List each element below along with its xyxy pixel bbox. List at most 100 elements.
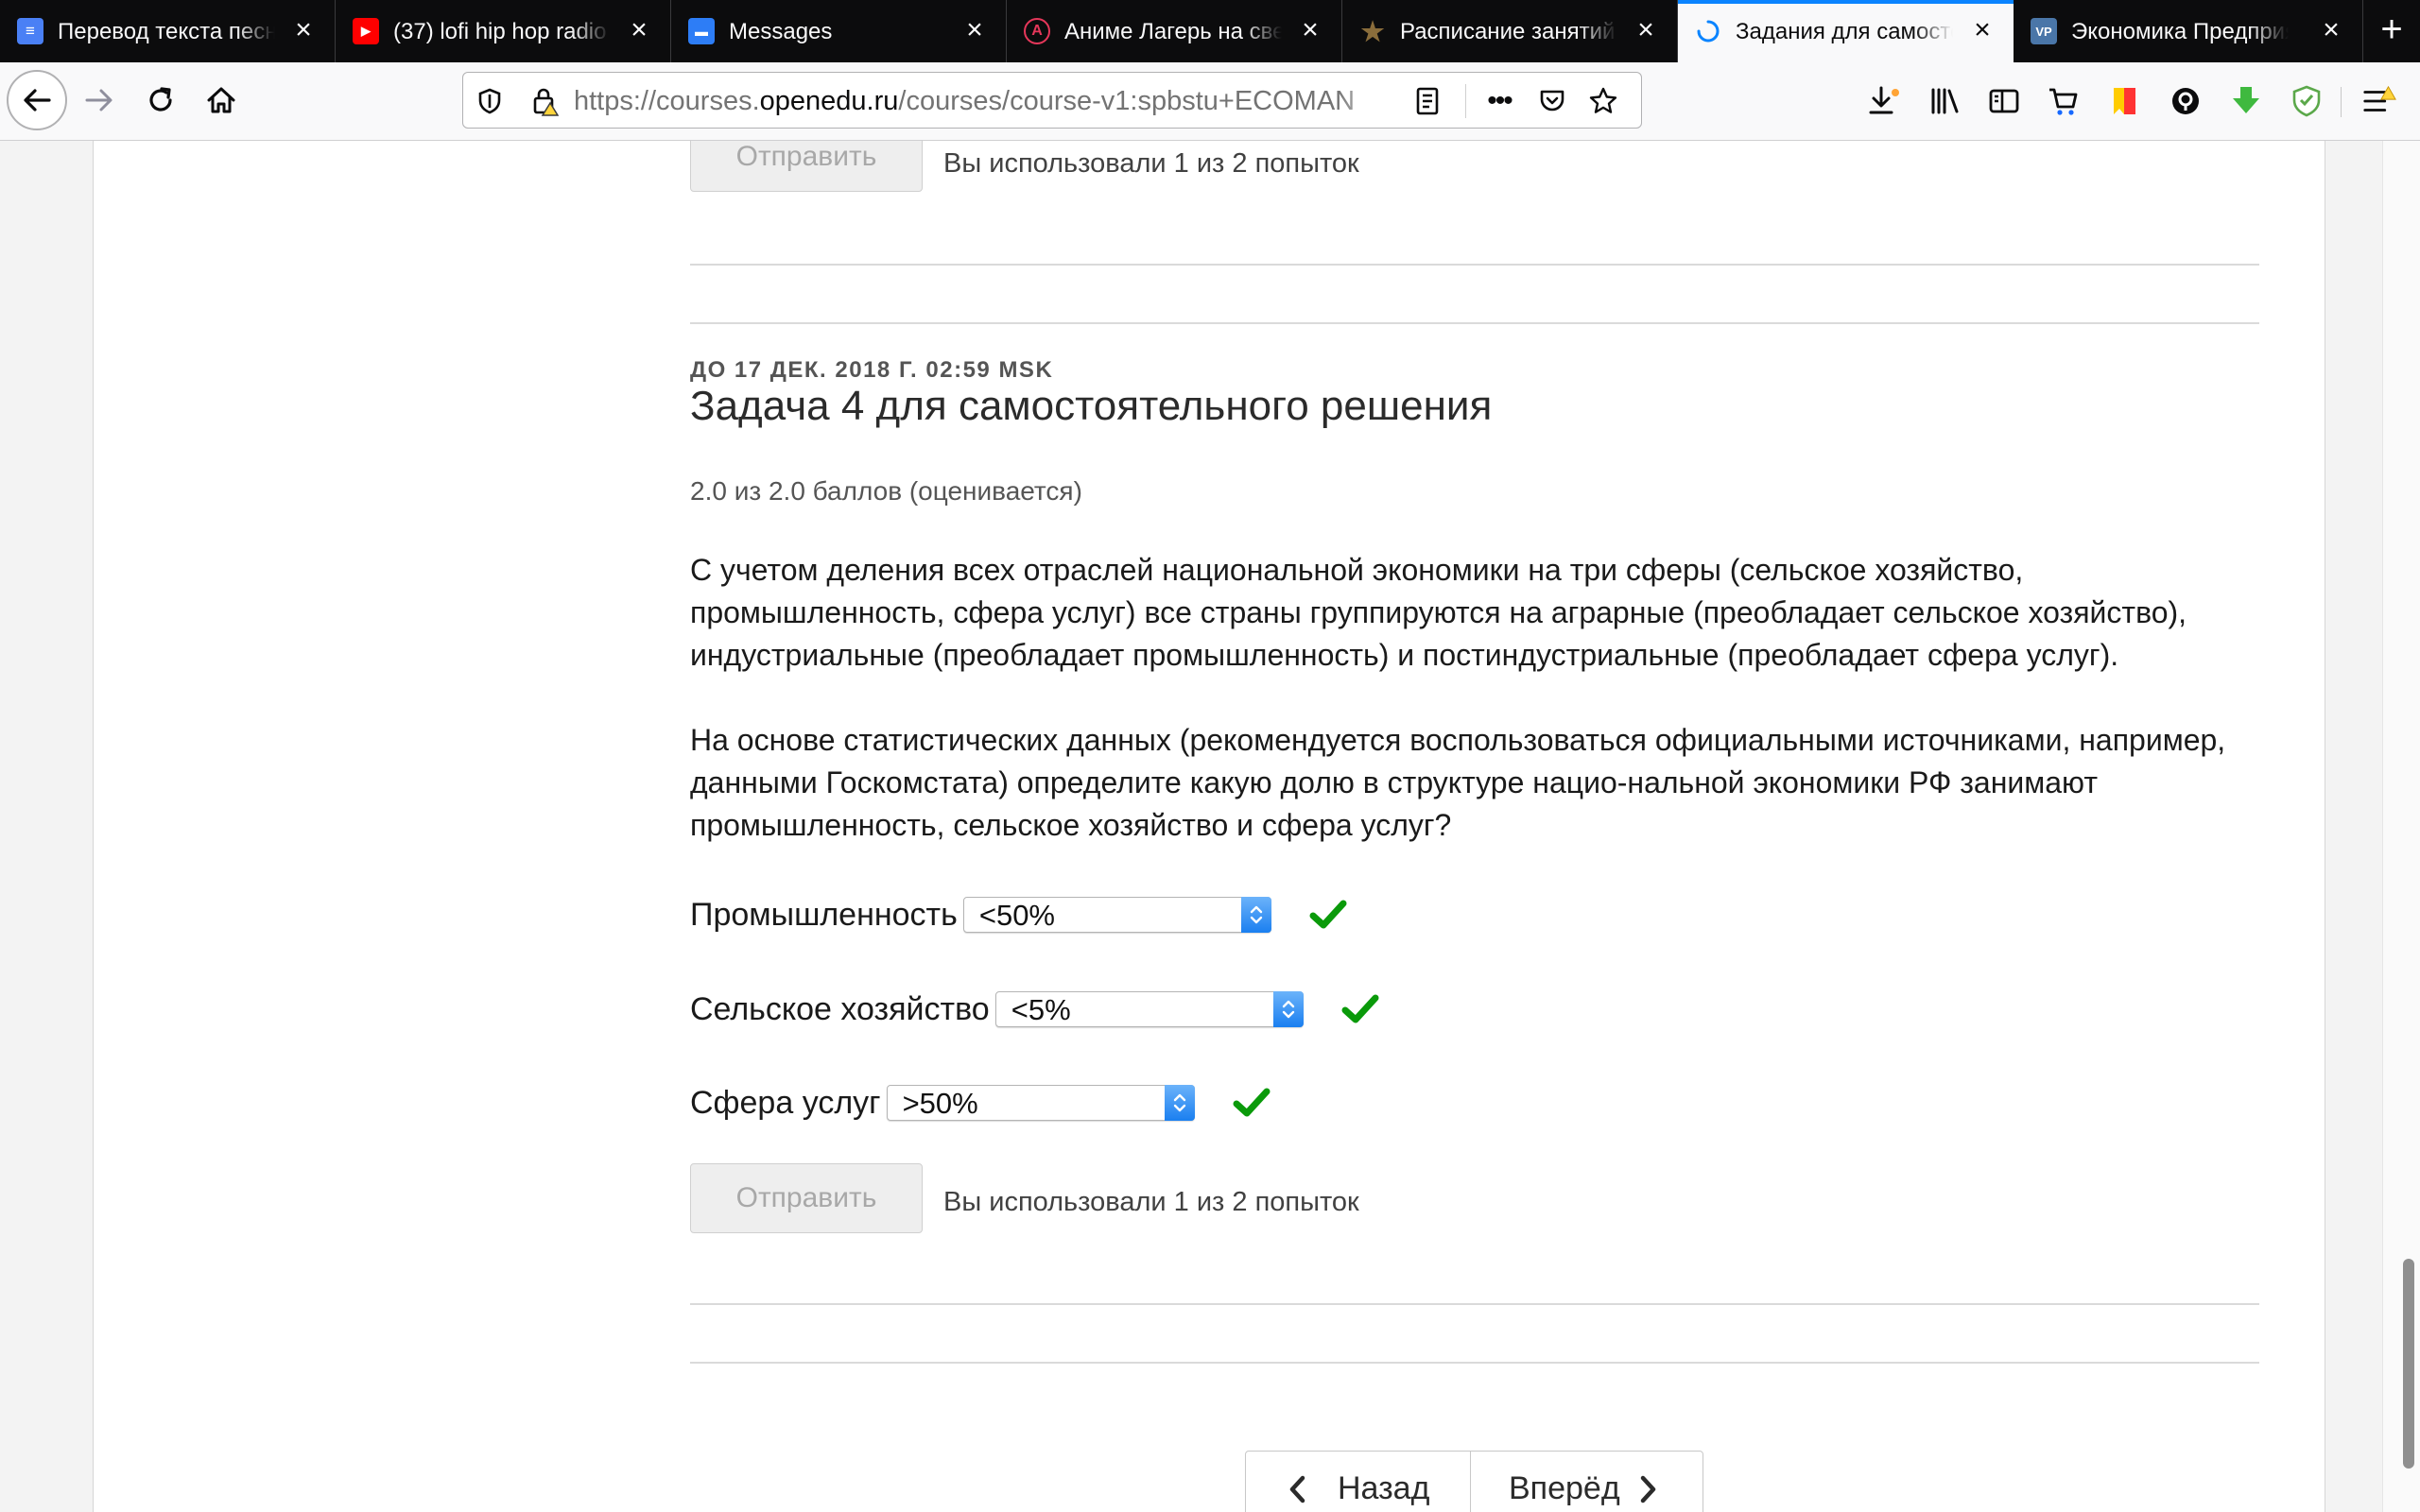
next-page-button[interactable]: Вперёд bbox=[1470, 1451, 1703, 1512]
tab-title: Перевод текста песни bbox=[58, 19, 275, 44]
close-icon[interactable]: × bbox=[289, 16, 318, 44]
forward-button[interactable] bbox=[71, 72, 128, 129]
bookmark-flag-icon[interactable] bbox=[2107, 83, 2143, 119]
url-prefix: https://courses. bbox=[574, 86, 760, 116]
sidebar-icon[interactable] bbox=[1986, 83, 2022, 119]
chevron-right-icon bbox=[1640, 1475, 1656, 1503]
bookmark-star-icon[interactable] bbox=[1588, 86, 1618, 116]
vk-icon: VP bbox=[2031, 18, 2057, 44]
divider bbox=[690, 264, 2259, 266]
tab-title: Аниме Лагерь на свеж bbox=[1064, 19, 1282, 44]
navigation-toolbar: https://courses.openedu.ru/courses/cours… bbox=[0, 62, 2420, 141]
close-icon[interactable]: × bbox=[2317, 16, 2345, 44]
close-icon[interactable]: × bbox=[625, 16, 653, 44]
star-icon: ★ bbox=[1360, 16, 1385, 46]
home-button[interactable] bbox=[193, 72, 250, 129]
download-arrow-icon[interactable] bbox=[2228, 83, 2264, 119]
tab-2[interactable]: ▬ Messages × bbox=[671, 0, 1007, 62]
url-text[interactable]: https://courses.openedu.ru/courses/cours… bbox=[574, 86, 1387, 116]
page-scrollbar[interactable] bbox=[2382, 141, 2420, 1512]
answer-select[interactable]: <50% bbox=[962, 897, 1271, 933]
tab-title: (37) lofi hip hop radio bbox=[393, 19, 607, 44]
tab-0[interactable]: ≡ Перевод текста песни × bbox=[0, 0, 336, 62]
close-icon[interactable]: × bbox=[960, 16, 989, 44]
question-row-agriculture: Сельское хозяйство <5% bbox=[690, 988, 1379, 1030]
more-icon[interactable]: ••• bbox=[1484, 86, 1514, 116]
attempts-text-prev: Вы использовали 1 из 2 попыток bbox=[943, 148, 1359, 179]
reload-button[interactable] bbox=[132, 72, 189, 129]
problem-paragraph: С учетом деления всех отраслей националь… bbox=[690, 553, 2187, 672]
library-icon[interactable] bbox=[1927, 83, 1962, 119]
tab-3[interactable]: A Аниме Лагерь на свеж × bbox=[1007, 0, 1342, 62]
back-button[interactable] bbox=[7, 70, 67, 130]
page-content: Отправить Вы использовали 1 из 2 попыток… bbox=[0, 141, 2382, 1512]
tab-6[interactable]: VP Экономика Предприят × bbox=[2014, 0, 2363, 62]
prev-page-button[interactable]: Назад bbox=[1245, 1451, 1471, 1512]
check-icon bbox=[1341, 994, 1379, 1023]
new-tab-button[interactable]: + bbox=[2363, 0, 2420, 62]
answer-select[interactable]: <5% bbox=[994, 991, 1304, 1027]
tab-4[interactable]: ★ Расписание занятий × bbox=[1342, 0, 1678, 62]
reader-view-icon[interactable] bbox=[1412, 86, 1443, 116]
toolbar-divider bbox=[2341, 87, 2342, 117]
next-page-label: Вперёд bbox=[1509, 1470, 1620, 1506]
attempts-text: Вы использовали 1 из 2 попыток bbox=[943, 1187, 1359, 1217]
pocket-icon[interactable] bbox=[1537, 86, 1567, 116]
problem-title: Задача 4 для самостоятельного решения bbox=[690, 383, 1493, 429]
answer-select[interactable]: >50% bbox=[886, 1085, 1195, 1121]
reload-icon bbox=[149, 87, 172, 112]
url-bar[interactable]: https://courses.openedu.ru/courses/cours… bbox=[462, 72, 1642, 129]
menu-icon[interactable] bbox=[2361, 83, 2397, 119]
messages-icon: ▬ bbox=[688, 18, 715, 44]
tab-title: Messages bbox=[729, 19, 833, 44]
anime-icon: A bbox=[1024, 18, 1050, 44]
check-icon bbox=[1233, 1088, 1270, 1117]
select-arrows-icon bbox=[1164, 1085, 1195, 1121]
question-label: Промышленность bbox=[690, 896, 958, 933]
chevron-left-icon bbox=[1289, 1475, 1305, 1503]
submit-button[interactable]: Отправить bbox=[690, 1163, 923, 1233]
tab-title: Экономика Предприят bbox=[2071, 19, 2289, 44]
tab-5[interactable]: Задания для самостоят × bbox=[1678, 0, 2014, 62]
tab-title: Задания для самостоят bbox=[1736, 19, 1953, 44]
loading-icon bbox=[1695, 18, 1721, 44]
arrow-left-icon bbox=[24, 89, 51, 112]
course-sidebar bbox=[93, 141, 624, 1512]
close-icon[interactable]: × bbox=[1968, 16, 1996, 44]
url-divider bbox=[1465, 84, 1466, 118]
divider bbox=[690, 1303, 2259, 1305]
close-icon[interactable]: × bbox=[1296, 16, 1324, 44]
url-host: openedu.ru bbox=[759, 86, 899, 116]
problem-points: 2.0 из 2.0 баллов (оценивается) bbox=[690, 476, 1082, 506]
tab-1[interactable]: ▶ (37) lofi hip hop radio × bbox=[336, 0, 671, 62]
arrow-right-icon bbox=[85, 89, 112, 112]
prev-page-label: Назад bbox=[1338, 1470, 1430, 1506]
youtube-icon: ▶ bbox=[353, 18, 379, 44]
problem-paragraph: На основе статистических данных (рекомен… bbox=[690, 723, 2226, 842]
due-date: ДО 17 ДЕК. 2018 Г. 02:59 MSK bbox=[690, 357, 1054, 383]
close-icon[interactable]: × bbox=[1632, 16, 1660, 44]
select-value: >50% bbox=[902, 1087, 978, 1120]
url-path: /courses/course-v1:spbstu+ECOMAN bbox=[898, 86, 1356, 116]
tab-title: Расписание занятий bbox=[1400, 19, 1616, 44]
home-icon bbox=[207, 87, 235, 113]
select-value: <5% bbox=[1011, 993, 1071, 1026]
tab-bar: ≡ Перевод текста песни × ▶ (37) lofi hip… bbox=[0, 0, 2420, 62]
submit-button-prev[interactable]: Отправить bbox=[690, 141, 923, 192]
select-value: <50% bbox=[978, 899, 1055, 932]
question-row-industry: Промышленность <50% bbox=[690, 894, 1347, 936]
extension-hat-icon[interactable] bbox=[2168, 83, 2204, 119]
question-label: Сельское хозяйство bbox=[690, 990, 990, 1027]
select-arrows-icon bbox=[1240, 897, 1271, 933]
question-label: Сфера услуг bbox=[690, 1084, 881, 1121]
scrollbar-thumb[interactable] bbox=[2403, 1259, 2414, 1469]
shield-icon[interactable] bbox=[475, 86, 505, 116]
cart-icon[interactable] bbox=[2046, 83, 2082, 119]
adguard-icon[interactable] bbox=[2289, 83, 2325, 119]
downloads-icon[interactable] bbox=[1865, 83, 1901, 119]
lock-warning-icon[interactable] bbox=[529, 86, 560, 116]
docs-icon: ≡ bbox=[17, 18, 43, 44]
divider bbox=[690, 322, 2259, 324]
divider bbox=[690, 1362, 2259, 1364]
select-arrows-icon bbox=[1272, 991, 1304, 1027]
